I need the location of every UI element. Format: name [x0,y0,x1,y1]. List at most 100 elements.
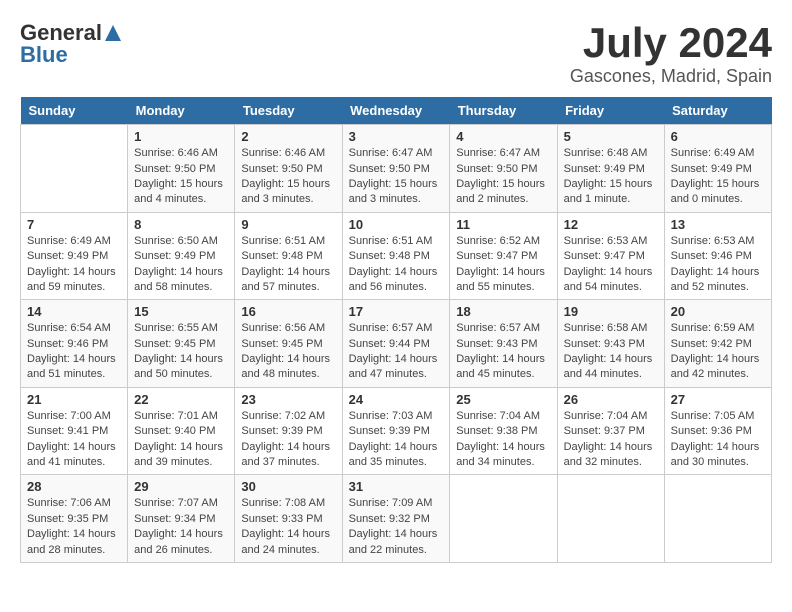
logo: General Blue [20,20,124,68]
day-info-line: Daylight: 14 hours [456,353,545,365]
day-cell: 8 Sunrise: 6:50 AMSunset: 9:49 PMDaylight… [128,212,235,300]
day-info-line: Daylight: 14 hours [241,266,330,278]
day-info: Sunrise: 6:59 AMSunset: 9:42 PMDaylight:… [671,321,765,383]
day-cell: 19Sunrise: 6:58 AMSunset: 9:43 PMDayligh… [557,300,664,388]
day-info-line: Daylight: 14 hours [671,353,760,365]
day-number: 13 [671,217,765,232]
day-number: 25 [456,392,550,407]
day-number: 27 [671,392,765,407]
day-info-line: Sunset: 9:50 PM [134,163,215,175]
day-info: Sunrise: 7:07 AMSunset: 9:34 PMDaylight:… [134,496,228,558]
day-info-line: and 2 minutes. [456,193,528,205]
header-thursday: Thursday [450,97,557,125]
day-info-line: and 37 minutes. [241,456,319,468]
day-number: 3 [349,129,444,144]
logo-blue: Blue [20,42,68,68]
day-number: 8 [134,217,228,232]
day-cell: 31Sunrise: 7:09 AMSunset: 9:32 PMDayligh… [342,475,450,563]
day-info-line: Sunrise: 7:09 AM [349,497,433,509]
day-info: Sunrise: 7:02 AMSunset: 9:39 PMDaylight:… [241,409,335,471]
day-info-line: and 1 minute. [564,193,631,205]
day-info-line: Sunset: 9:46 PM [27,338,108,350]
day-cell: 17Sunrise: 6:57 AMSunset: 9:44 PMDayligh… [342,300,450,388]
day-info-line: Daylight: 14 hours [671,441,760,453]
header-sunday: Sunday [21,97,128,125]
day-number: 4 [456,129,550,144]
day-info-line: Sunrise: 6:47 AM [349,147,433,159]
day-info-line: Sunset: 9:45 PM [134,338,215,350]
day-info-line: Sunrise: 6:56 AM [241,322,325,334]
day-cell: 6Sunrise: 6:49 AMSunset: 9:49 PMDaylight… [664,125,771,213]
day-info-line: Daylight: 14 hours [134,528,223,540]
day-info: Sunrise: 7:05 AMSunset: 9:36 PMDaylight:… [671,409,765,471]
day-info-line: and 57 minutes. [241,281,319,293]
day-info-line: and 45 minutes. [456,368,534,380]
day-info-line: and 30 minutes. [671,456,749,468]
day-info-line: Daylight: 14 hours [134,266,223,278]
day-info-line: Sunrise: 6:47 AM [456,147,540,159]
day-number: 1 [134,129,228,144]
week-row-2: 14 Sunrise: 6:54 AMSunset: 9:46 PMDayligh… [21,300,772,388]
header-tuesday: Tuesday [235,97,342,125]
header-saturday: Saturday [664,97,771,125]
day-info-line: Sunrise: 6:52 AM [456,235,540,247]
day-info-line: Sunset: 9:39 PM [241,425,322,437]
day-info-line: and 3 minutes. [241,193,313,205]
day-cell: 9Sunrise: 6:51 AMSunset: 9:48 PMDaylight… [235,212,342,300]
day-info-line: and 56 minutes. [349,281,427,293]
day-info-line: Daylight: 14 hours [456,441,545,453]
day-info-line: Daylight: 14 hours [564,441,653,453]
day-info-line: Sunset: 9:33 PM [241,513,322,525]
day-info: Sunrise: 6:53 AMSunset: 9:46 PMDaylight:… [671,234,765,296]
day-cell: 13 Sunrise: 6:53 AMSunset: 9:46 PMDayligh… [664,212,771,300]
day-info: Sunrise: 6:48 AMSunset: 9:49 PMDaylight:… [564,146,658,208]
day-info-line: and 55 minutes. [456,281,534,293]
day-cell: 24Sunrise: 7:03 AMSunset: 9:39 PMDayligh… [342,387,450,475]
day-info-line: Daylight: 14 hours [27,441,116,453]
day-number: 28 [27,479,121,494]
day-info-line: Sunset: 9:49 PM [564,163,645,175]
day-info: Sunrise: 6:52 AMSunset: 9:47 PMDaylight:… [456,234,550,296]
day-cell [450,475,557,563]
day-info-line: Sunrise: 7:05 AM [671,410,755,422]
day-info-line: Sunrise: 7:08 AM [241,497,325,509]
day-info-line: Daylight: 15 hours [134,178,223,190]
day-cell: 25Sunrise: 7:04 AMSunset: 9:38 PMDayligh… [450,387,557,475]
day-info-line: and 54 minutes. [564,281,642,293]
day-info: Sunrise: 7:08 AMSunset: 9:33 PMDaylight:… [241,496,335,558]
day-info-line: Sunrise: 6:58 AM [564,322,648,334]
day-info-line: and 58 minutes. [134,281,212,293]
day-info: Sunrise: 6:51 AMSunset: 9:48 PMDaylight:… [349,234,444,296]
day-cell: 29 Sunrise: 7:07 AMSunset: 9:34 PMDayligh… [128,475,235,563]
day-info-line: Sunset: 9:48 PM [241,250,322,262]
header-monday: Monday [128,97,235,125]
day-info-line: Daylight: 14 hours [27,266,116,278]
day-cell [557,475,664,563]
day-info: Sunrise: 6:46 AMSunset: 9:50 PMDaylight:… [241,146,335,208]
day-info-line: and 47 minutes. [349,368,427,380]
header-row: SundayMondayTuesdayWednesdayThursdayFrid… [21,97,772,125]
week-row-1: 7Sunrise: 6:49 AMSunset: 9:49 PMDaylight… [21,212,772,300]
day-cell: 7Sunrise: 6:49 AMSunset: 9:49 PMDaylight… [21,212,128,300]
day-info-line: Sunset: 9:45 PM [241,338,322,350]
day-info: Sunrise: 6:54 AMSunset: 9:46 PMDaylight:… [27,321,121,383]
day-info-line: Daylight: 14 hours [349,441,438,453]
day-number: 24 [349,392,444,407]
day-info-line: Sunrise: 6:57 AM [349,322,433,334]
day-info-line: and 48 minutes. [241,368,319,380]
day-info-line: and 4 minutes. [134,193,206,205]
day-info-line: Sunrise: 6:48 AM [564,147,648,159]
day-info-line: Sunrise: 7:00 AM [27,410,111,422]
day-cell: 26Sunrise: 7:04 AMSunset: 9:37 PMDayligh… [557,387,664,475]
day-number: 31 [349,479,444,494]
day-info-line: Daylight: 15 hours [456,178,545,190]
day-info-line: Sunset: 9:42 PM [671,338,752,350]
day-number: 29 [134,479,228,494]
day-info: Sunrise: 6:50 AMSunset: 9:49 PMDaylight:… [134,234,228,296]
day-info-line: Sunrise: 6:57 AM [456,322,540,334]
day-info-line: and 35 minutes. [349,456,427,468]
day-info-line: Daylight: 14 hours [241,353,330,365]
day-info: Sunrise: 6:53 AMSunset: 9:47 PMDaylight:… [564,234,658,296]
day-number: 14 [27,304,121,319]
day-info-line: and 32 minutes. [564,456,642,468]
